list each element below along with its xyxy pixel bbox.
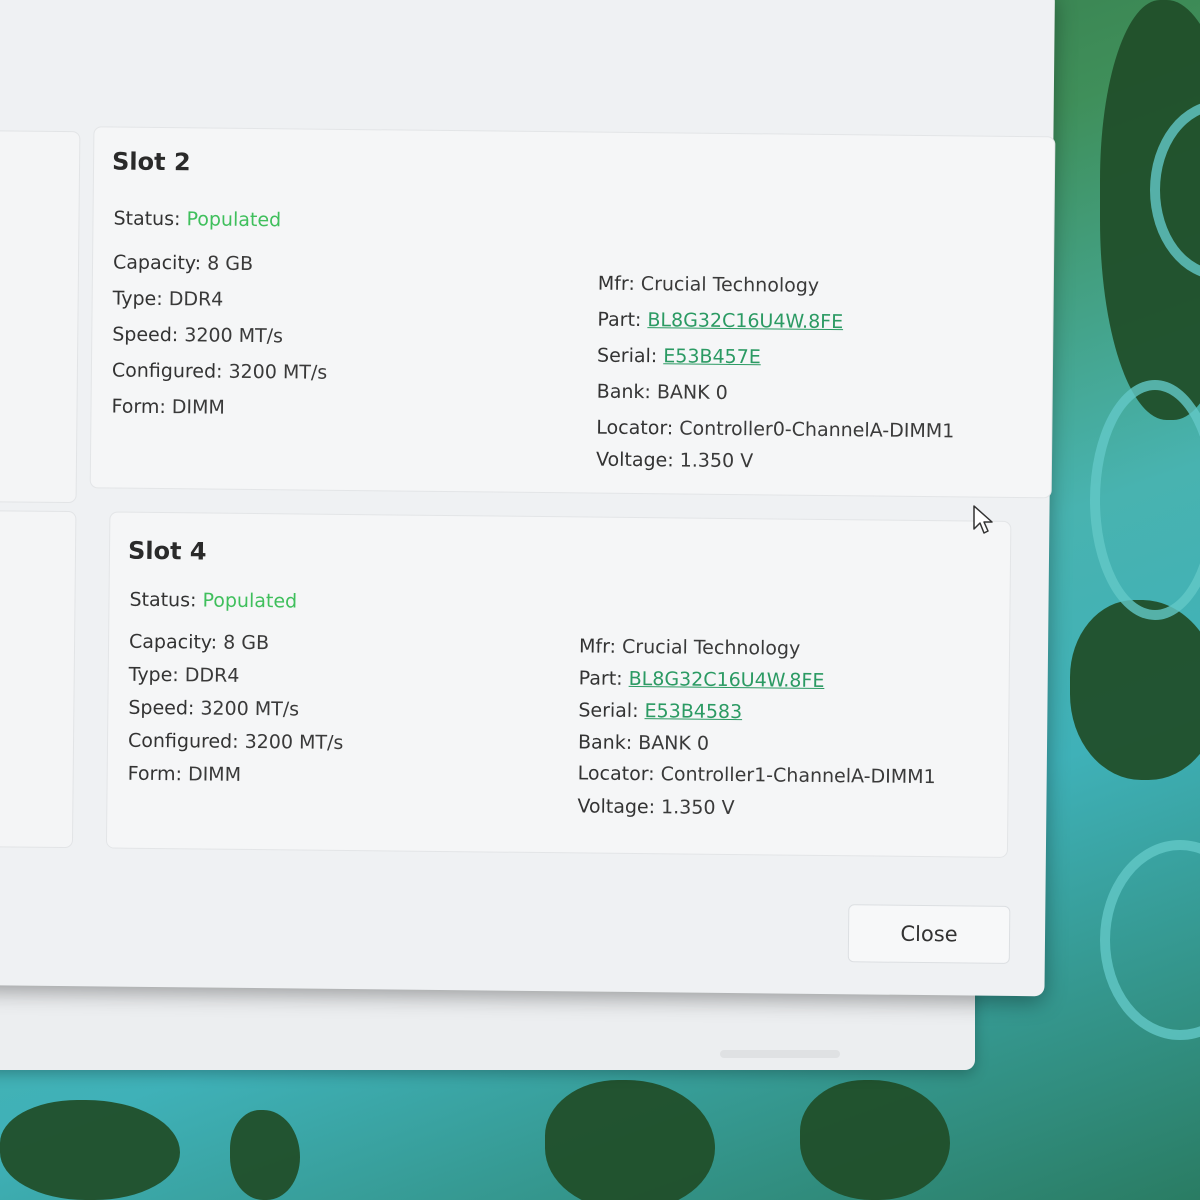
bank-value: BANK 0 xyxy=(656,381,728,404)
configured-label: Configured: xyxy=(127,729,239,753)
status-label: Status: xyxy=(129,588,197,612)
serial-row: Serial: E53B457E xyxy=(597,345,761,369)
status-row: Status: Populated xyxy=(113,208,281,232)
serial-row: Serial: E53B4583 xyxy=(578,699,742,723)
locator-value: Controller0-ChannelA-DIMM1 xyxy=(679,417,955,443)
mouse-pointer-icon xyxy=(973,505,993,534)
configured-value: 3200 MT/s xyxy=(244,730,344,754)
slot-title: Slot 2 xyxy=(111,147,191,177)
serial-number-link[interactable]: E53B4583 xyxy=(644,700,742,723)
status-value: Populated xyxy=(202,589,298,613)
memory-slot-card: Slot 4 Status: Populated Capacity: 8 GB … xyxy=(105,511,1012,858)
locator-label: Locator: xyxy=(577,762,655,786)
capacity-value: 8 GB xyxy=(207,252,254,275)
serial-label: Serial: xyxy=(596,344,658,368)
status-value: Populated xyxy=(186,208,282,232)
speed-value: 3200 MT/s xyxy=(200,697,300,721)
bank-row: Bank: BANK 0 xyxy=(597,381,728,404)
locator-label: Locator: xyxy=(596,416,674,440)
configured-row: Configured: 3200 MT/s xyxy=(128,730,344,754)
part-row: Part: BL8G32C16U4W.8FE xyxy=(579,667,825,692)
voltage-label: Voltage: xyxy=(577,795,656,819)
part-row: Part: BL8G32C16U4W.8FE xyxy=(597,309,843,334)
voltage-row: Voltage: 1.350 V xyxy=(596,449,753,473)
part-number-link[interactable]: BL8G32C16U4W.8FE xyxy=(629,668,825,692)
form-row: Form: DIMM xyxy=(128,763,242,786)
speed-label: Speed: xyxy=(128,696,195,720)
mfr-value: Crucial Technology xyxy=(640,273,820,297)
speed-value: 3200 MT/s xyxy=(184,324,284,348)
locator-row: Locator: Controller0-ChannelA-DIMM1 xyxy=(596,417,954,443)
speed-row: Speed: 3200 MT/s xyxy=(128,697,299,721)
type-row: Type: DDR4 xyxy=(129,664,240,687)
part-label: Part: xyxy=(597,308,642,332)
form-value: DIMM xyxy=(171,396,225,419)
left-side-panel xyxy=(0,129,81,504)
type-label: Type: xyxy=(112,287,163,311)
mfr-row: Mfr: Crucial Technology xyxy=(579,635,800,659)
mfr-label: Mfr: xyxy=(578,635,617,658)
voltage-row: Voltage: 1.350 V xyxy=(577,795,734,819)
part-label: Part: xyxy=(578,667,623,690)
locator-value: Controller1-ChannelA-DIMM1 xyxy=(660,763,936,789)
capacity-row: Capacity: 8 GB xyxy=(129,631,269,654)
bank-label: Bank: xyxy=(577,731,633,754)
capacity-label: Capacity: xyxy=(128,630,218,654)
slot-title: Slot 4 xyxy=(127,536,207,566)
memory-slot-card: Slot 2 Status: Populated Capacity: 8 GB … xyxy=(89,126,1056,499)
close-button[interactable]: Close xyxy=(847,904,1011,964)
mfr-label: Mfr: xyxy=(597,272,635,295)
bank-value: BANK 0 xyxy=(638,732,710,755)
type-value: DDR4 xyxy=(184,664,240,687)
configured-value: 3200 MT/s xyxy=(228,360,328,384)
bank-row: Bank: BANK 0 xyxy=(578,731,709,754)
serial-label: Serial: xyxy=(578,699,639,723)
configured-label: Configured: xyxy=(111,359,223,383)
capacity-row: Capacity: 8 GB xyxy=(113,252,253,275)
capacity-label: Capacity: xyxy=(112,251,202,275)
status-label: Status: xyxy=(113,207,181,231)
left-side-panel xyxy=(0,509,77,849)
type-row: Type: DDR4 xyxy=(113,288,224,311)
bank-label: Bank: xyxy=(596,380,651,404)
memory-details-dialog: Slot 2 Status: Populated Capacity: 8 GB … xyxy=(0,0,1056,997)
form-row: Form: DIMM xyxy=(111,396,225,419)
speed-label: Speed: xyxy=(112,323,179,347)
configured-row: Configured: 3200 MT/s xyxy=(112,360,328,384)
mfr-row: Mfr: Crucial Technology xyxy=(598,273,819,297)
part-number-link[interactable]: BL8G32C16U4W.8FE xyxy=(647,309,843,333)
voltage-value: 1.350 V xyxy=(679,449,754,473)
form-label: Form: xyxy=(127,762,183,786)
speed-row: Speed: 3200 MT/s xyxy=(112,324,283,348)
capacity-value: 8 GB xyxy=(223,631,270,655)
voltage-value: 1.350 V xyxy=(660,796,735,820)
serial-number-link[interactable]: E53B457E xyxy=(663,345,761,368)
type-value: DDR4 xyxy=(168,288,224,311)
form-label: Form: xyxy=(111,395,166,419)
mfr-value: Crucial Technology xyxy=(621,635,801,660)
form-value: DIMM xyxy=(187,763,242,786)
status-row: Status: Populated xyxy=(129,589,297,613)
locator-row: Locator: Controller1-ChannelA-DIMM1 xyxy=(578,762,936,788)
voltage-label: Voltage: xyxy=(595,448,674,472)
type-label: Type: xyxy=(128,663,179,687)
